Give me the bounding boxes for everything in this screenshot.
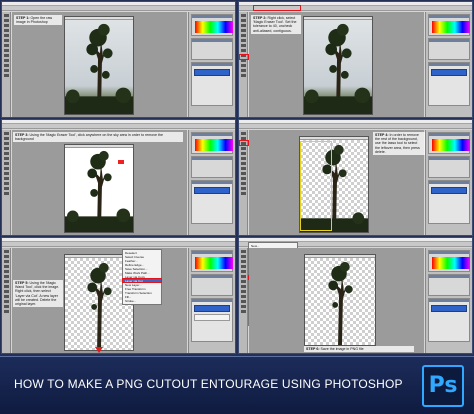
step-text: Using the 'Magic Wand Tool', click the i…	[15, 281, 60, 307]
color-swatches[interactable]	[195, 21, 233, 33]
layers-palette[interactable]	[191, 62, 233, 106]
palettes-dock	[425, 248, 472, 353]
photoshop-logo-icon: Ps	[422, 365, 464, 407]
color-palette[interactable]	[191, 14, 233, 36]
color-palette[interactable]	[191, 250, 233, 272]
document-window[interactable]	[299, 136, 369, 233]
workspace: STEP 2: Right click, select 'Magic Erase…	[249, 12, 424, 117]
color-swatches[interactable]	[432, 139, 470, 151]
workspace: STEP 1: Open the raw image in Photoshop	[12, 12, 187, 117]
step-5-caption: STEP 5: Using the 'Magic Wand Tool', cli…	[13, 280, 63, 308]
color-swatches[interactable]	[432, 257, 470, 269]
options-highlight	[253, 5, 301, 11]
color-swatches[interactable]	[432, 21, 470, 33]
panel-step-2: STEP 2: Right click, select 'Magic Erase…	[238, 1, 473, 118]
lasso-selection-left	[300, 141, 332, 231]
step-2-caption: STEP 2: Right click, select 'Magic Erase…	[251, 15, 301, 34]
step-1-caption: STEP 1: Open the raw image in Photoshop	[14, 15, 62, 26]
logo-text: Ps	[428, 373, 458, 398]
adjustments-palette[interactable]	[191, 38, 233, 60]
photo-canvas[interactable]	[304, 20, 372, 114]
panel-step-6: New... Open... Browse in Bridge... Open …	[238, 237, 473, 354]
step-6-caption: STEP 6: Save the image in PNG file	[304, 346, 414, 353]
layer-via-cut-highlight	[122, 278, 162, 283]
layers-palette[interactable]	[428, 298, 470, 342]
screenshot-grid: STEP 1: Open the raw image in Photoshop	[0, 0, 474, 356]
palettes-dock	[425, 12, 472, 117]
color-swatches[interactable]	[195, 139, 233, 151]
options-bar[interactable]	[2, 242, 235, 247]
options-bar[interactable]	[239, 124, 472, 129]
context-menu-item[interactable]: Stroke...	[123, 299, 161, 303]
color-palette[interactable]	[428, 132, 470, 154]
palettes-dock	[425, 130, 472, 235]
adjustments-palette[interactable]	[191, 274, 233, 296]
color-palette[interactable]	[428, 14, 470, 36]
layer-background[interactable]	[431, 69, 467, 76]
layers-palette[interactable]	[428, 180, 470, 224]
document-window[interactable]	[303, 16, 373, 115]
tools-panel[interactable]	[239, 248, 248, 353]
step-3-caption: STEP 3: Using the 'Magic Eraser Tool', c…	[13, 132, 183, 143]
layers-palette[interactable]	[191, 298, 233, 342]
palettes-dock	[188, 12, 235, 117]
panel-step-5: Deselect Select Inverse Feather... Refin…	[1, 237, 236, 354]
photo-canvas[interactable]	[65, 20, 133, 114]
panel-step-1: STEP 1: Open the raw image in Photoshop	[1, 1, 236, 118]
document-window[interactable]	[64, 16, 134, 115]
layer-0[interactable]	[194, 187, 230, 194]
tutorial-infographic: STEP 1: Open the raw image in Photoshop	[0, 0, 474, 414]
layers-palette[interactable]	[428, 62, 470, 106]
eraser-tool-highlight	[239, 54, 249, 60]
panel-step-3: STEP 3: Using the 'Magic Eraser Tool', c…	[1, 119, 236, 236]
panel-step-4: STEP 4: In order to remove the rest of t…	[238, 119, 473, 236]
tree-photo	[65, 23, 133, 114]
color-palette[interactable]	[428, 250, 470, 272]
adjustments-palette[interactable]	[428, 156, 470, 178]
step-text: Save the image in PNG file	[320, 347, 364, 351]
palettes-dock	[188, 248, 235, 353]
layer-1[interactable]	[431, 305, 467, 312]
step-4-caption: STEP 4: In order to remove the rest of t…	[373, 132, 425, 156]
tree-final-cutout	[328, 261, 353, 345]
workspace: Deselect Select Inverse Feather... Refin…	[12, 248, 187, 353]
tools-panel[interactable]	[239, 12, 248, 117]
tools-panel[interactable]	[2, 12, 11, 117]
document-window[interactable]	[64, 144, 134, 233]
banner-title: HOW TO MAKE A PNG CUTOUT ENTOURAGE USING…	[14, 377, 403, 391]
workspace: STEP 6: Save the image in PNG file	[249, 248, 424, 353]
options-bar[interactable]	[2, 6, 235, 11]
options-bar[interactable]	[2, 124, 235, 129]
lasso-tool-highlight	[239, 140, 249, 146]
color-palette[interactable]	[191, 132, 233, 154]
photo-canvas[interactable]	[305, 258, 375, 345]
layers-palette[interactable]	[191, 180, 233, 224]
palettes-dock	[188, 130, 235, 235]
step-text: Using the 'Magic Eraser Tool', click any…	[15, 133, 164, 142]
tree-photo	[304, 23, 372, 114]
color-swatches[interactable]	[195, 257, 233, 269]
layer-1[interactable]	[194, 305, 230, 312]
adjustments-palette[interactable]	[428, 274, 470, 296]
click-marker-icon	[117, 159, 125, 165]
adjustments-palette[interactable]	[428, 38, 470, 60]
workspace: STEP 4: In order to remove the rest of t…	[249, 130, 425, 235]
context-menu[interactable]: Deselect Select Inverse Feather... Refin…	[122, 249, 162, 305]
layer-0[interactable]	[194, 314, 230, 321]
layer-0[interactable]	[431, 187, 467, 194]
layer-background[interactable]	[194, 69, 230, 76]
tools-panel[interactable]	[2, 248, 11, 353]
document-window[interactable]	[304, 254, 376, 346]
adjustments-palette[interactable]	[191, 156, 233, 178]
step-label: STEP 6:	[306, 347, 320, 351]
down-arrow-icon	[95, 347, 103, 353]
tools-panel[interactable]	[2, 130, 11, 235]
title-banner: HOW TO MAKE A PNG CUTOUT ENTOURAGE USING…	[0, 356, 474, 414]
workspace: STEP 3: Using the 'Magic Eraser Tool', c…	[12, 130, 187, 235]
